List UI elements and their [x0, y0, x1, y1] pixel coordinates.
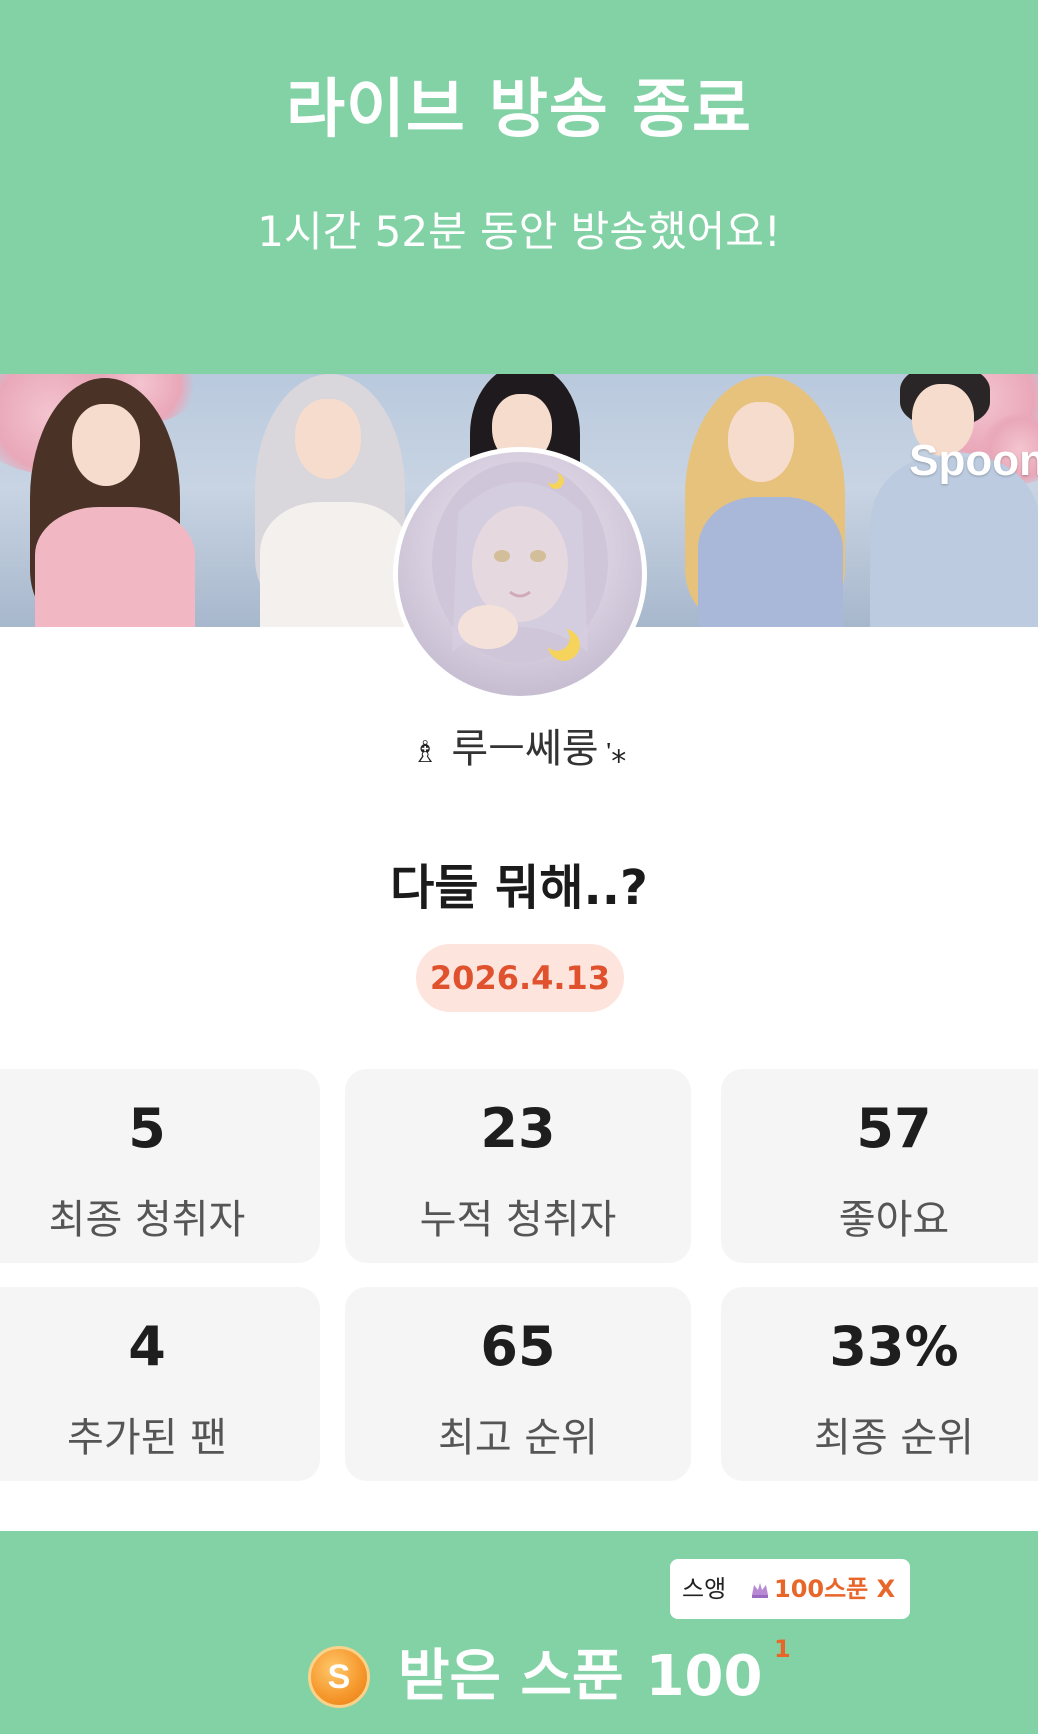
stat-label: 최고 순위: [438, 1415, 598, 1461]
received-spoons-amount: 100: [645, 1644, 763, 1709]
gift-sender-badge[interactable]: 스앵 100스푼 X 1: [670, 1559, 910, 1663]
stat-card-likes: 57 좋아요: [721, 1069, 1038, 1263]
stat-value: 4: [128, 1315, 166, 1378]
stat-card-final-listeners: 5 최종 청취자: [0, 1069, 320, 1263]
stat-value: 23: [480, 1097, 556, 1160]
stat-card-new-fans: 4 추가된 팬: [0, 1287, 320, 1481]
stat-label: 최종 청취자: [48, 1197, 246, 1243]
stat-label: 최종 순위: [814, 1415, 974, 1461]
avatar[interactable]: [393, 447, 647, 701]
live-title: 다들 뭐해..?: [390, 860, 648, 916]
stat-label: 추가된 팬: [67, 1415, 227, 1461]
page-title: 라이브 방송 종료: [286, 73, 752, 147]
avatar-illustration: [432, 462, 608, 662]
stat-value: 33%: [829, 1315, 959, 1378]
streamer-nickname: ♗ 루ㅡ쎄룽 ᡃ⁎: [0, 716, 1038, 774]
broadcast-date-badge: 2026.4.13: [416, 944, 624, 1012]
stat-card-final-rank: 33% 최종 순위: [721, 1287, 1038, 1481]
nickname-text: 루ㅡ쎄룽: [451, 726, 599, 772]
stat-value: 5: [128, 1097, 166, 1160]
stat-value: 65: [480, 1315, 556, 1378]
gift-sender-name: 스앵: [682, 1575, 727, 1603]
nickname-suffix-glyph: ᡃ⁎: [611, 735, 627, 770]
stat-value: 57: [856, 1097, 932, 1160]
spoon-coin-icon: S: [308, 1646, 370, 1708]
stat-label: 좋아요: [838, 1197, 950, 1243]
received-spoons: 받은 스푼 100: [398, 1644, 762, 1710]
crown-icon: [750, 1559, 770, 1641]
gift-amount: 100스푼 X 1: [774, 1575, 896, 1663]
stat-card-total-listeners: 23 누적 청취자: [345, 1069, 691, 1263]
received-spoons-label: 받은 스푼: [398, 1644, 624, 1709]
end-header: 라이브 방송 종료 1시간 52분 동안 방송했어요!: [0, 0, 1038, 374]
stat-label: 누적 청취자: [419, 1197, 617, 1243]
nickname-prefix-glyph: ♗: [411, 735, 439, 770]
stat-card-best-rank: 65 최고 순위: [345, 1287, 691, 1481]
spoon-logo: Spoon: [909, 436, 1038, 485]
broadcast-duration: 1시간 52분 동안 방송했어요!: [257, 207, 781, 256]
